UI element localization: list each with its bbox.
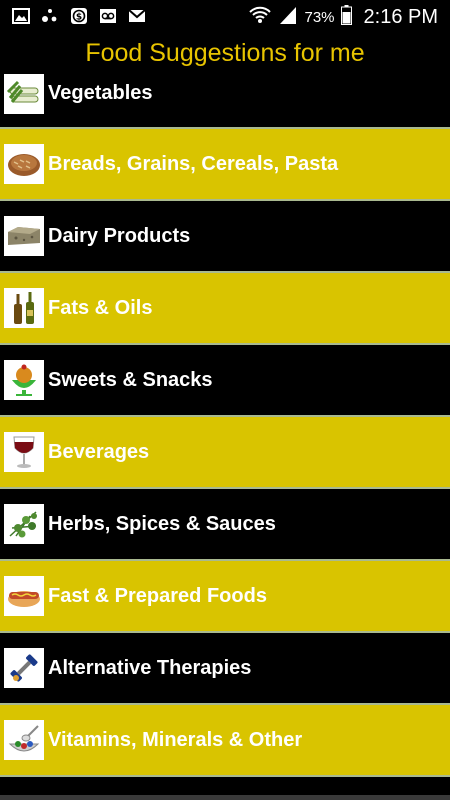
category-item-beverages[interactable]: Beverages [0,417,450,489]
category-item-sweets[interactable]: Sweets & Snacks [0,345,450,417]
category-item-breads[interactable]: Breads, Grains, Cereals, Pasta [0,129,450,201]
category-item-vegetables[interactable]: Vegetables [0,73,450,129]
list-bottom-edge [0,795,450,800]
category-label: Sweets & Snacks [48,368,213,391]
vitamins-icon [4,720,44,760]
page-title: Food Suggestions for me [85,39,365,67]
battery-percent: 73% [304,8,335,26]
category-item-vitamins[interactable]: Vitamins, Minerals & Other [0,705,450,777]
dairy-icon [4,216,44,256]
signal-icon [278,5,298,30]
battery-icon [340,4,352,30]
category-label: Alternative Therapies [48,656,252,679]
dessert-icon [4,360,44,400]
vegetables-icon [4,74,44,114]
category-label: Beverages [48,440,150,463]
category-item-alternative[interactable]: Alternative Therapies [0,633,450,705]
bread-icon [4,144,44,184]
category-item-dairy[interactable]: Dairy Products [0,201,450,273]
category-label: Fats & Oils [48,296,153,319]
clock: 2:16 PM [363,5,438,28]
hotdog-icon [4,576,44,616]
gmail-icon [127,7,146,25]
voicemail-icon [98,7,117,25]
gallery-icon [11,7,30,25]
money-icon: $ [69,7,88,25]
status-bar: $ 73% 2:16 PM [0,0,450,33]
category-label: Vitamins, Minerals & Other [48,728,303,751]
herbs-icon [4,504,44,544]
oil-bottles-icon [4,288,44,328]
dumbbell-icon [4,648,44,688]
category-label: Vegetables [48,82,153,104]
category-item-herbs[interactable]: Herbs, Spices & Sauces [0,489,450,561]
category-label: Herbs, Spices & Sauces [48,512,276,535]
svg-text:$: $ [75,13,81,23]
category-label: Breads, Grains, Cereals, Pasta [48,152,339,175]
category-item-fats[interactable]: Fats & Oils [0,273,450,345]
category-item-fast-foods[interactable]: Fast & Prepared Foods [0,561,450,633]
category-label: Dairy Products [48,224,191,247]
wine-glass-icon [4,432,44,472]
category-label: Fast & Prepared Foods [48,584,267,607]
dots-icon [40,7,59,25]
category-list: Vegetables Breads, Grains, Cereals, Past… [0,73,450,777]
wifi-icon [248,5,272,30]
